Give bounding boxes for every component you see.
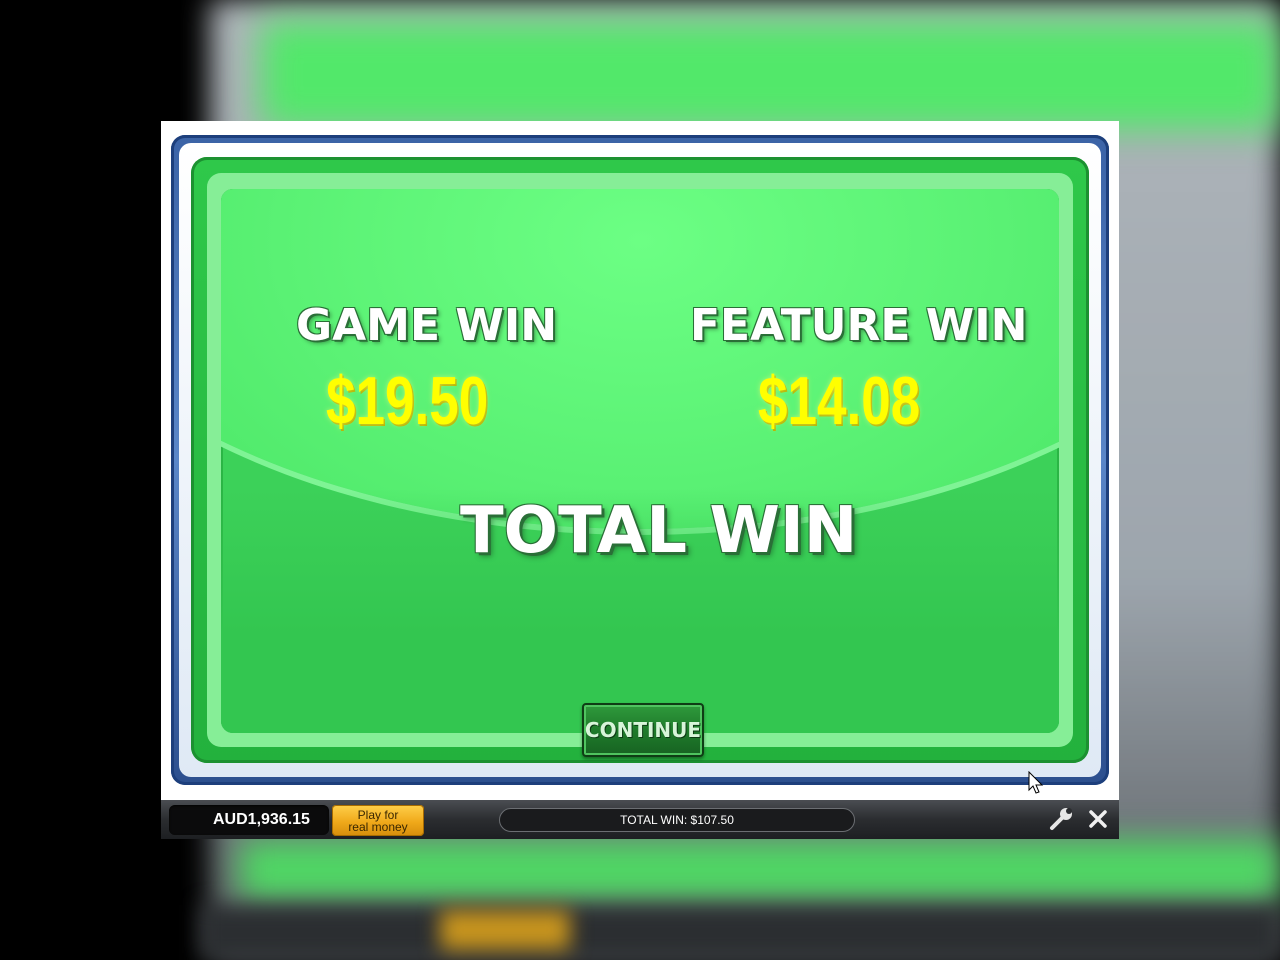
balance-value: AUD1,936.15 bbox=[213, 811, 310, 828]
game-win-label: GAME WIN bbox=[296, 300, 558, 351]
game-win-value: $19.50 bbox=[326, 363, 489, 439]
feature-win-value: $14.08 bbox=[758, 363, 921, 439]
mouse-cursor-icon bbox=[1028, 770, 1044, 795]
close-icon[interactable] bbox=[1086, 806, 1110, 832]
wrench-icon[interactable] bbox=[1048, 806, 1076, 832]
total-win-bar: TOTAL WIN: $107.50 bbox=[499, 808, 855, 832]
blurred-background-green-bottom bbox=[240, 840, 1280, 900]
blurred-background-button bbox=[440, 910, 570, 950]
feature-win-label: FEATURE WIN bbox=[690, 300, 1028, 351]
continue-button[interactable]: CONTINUE bbox=[582, 703, 704, 757]
game-window bbox=[161, 121, 1119, 800]
total-win-label: TOTAL WIN bbox=[460, 494, 858, 568]
win-summary-panel bbox=[221, 189, 1059, 733]
blurred-background-green-top bbox=[260, 20, 1280, 130]
panel-glow-edge bbox=[221, 189, 1059, 529]
blurred-background-bar bbox=[200, 905, 1280, 960]
play-for-real-money-button[interactable]: Play for real money bbox=[332, 805, 424, 836]
total-win-text: TOTAL WIN: $107.50 bbox=[620, 813, 734, 827]
real-money-line1: Play for bbox=[357, 807, 399, 822]
real-money-line2: real money bbox=[348, 819, 408, 834]
